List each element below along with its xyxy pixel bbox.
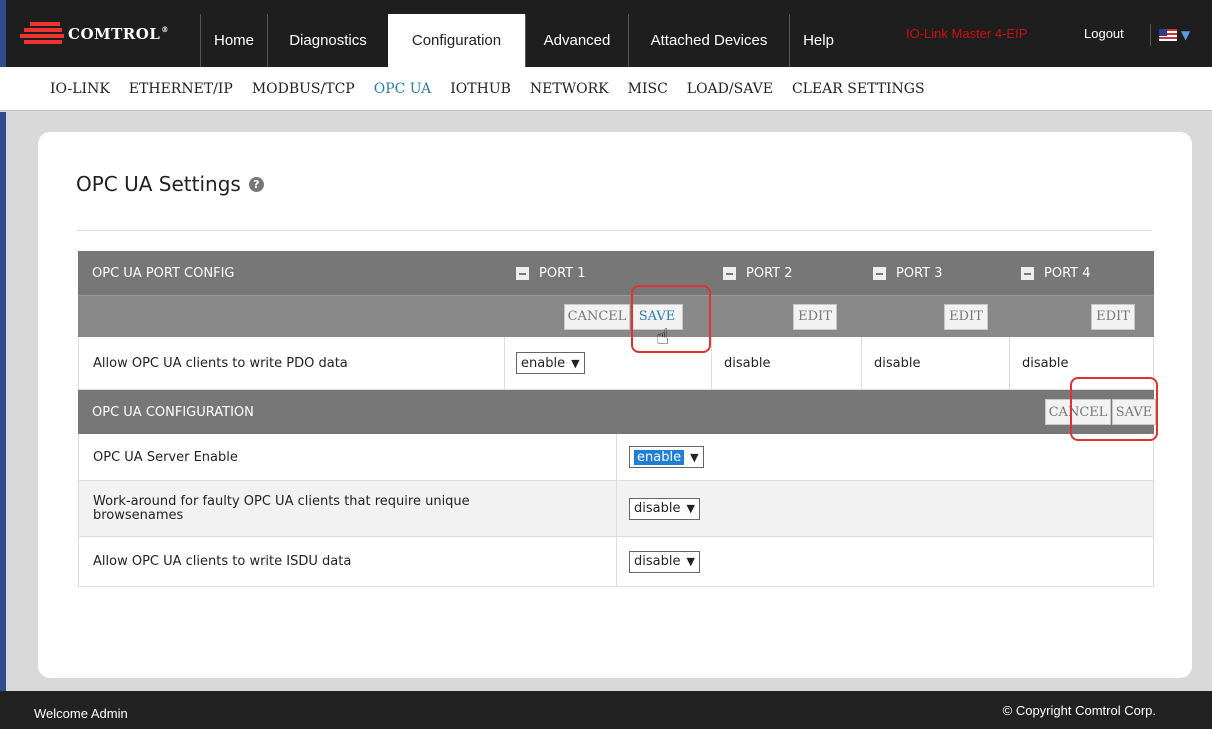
opcua-config-title: OPC UA CONFIGURATION: [92, 404, 254, 420]
opcua-config-header-row: OPC UA CONFIGURATION CANCEL SAVE: [78, 390, 1156, 434]
subnav-network[interactable]: NETWORK: [530, 81, 609, 97]
top-bar: COMTROL® Home Diagnostics Configuration …: [0, 0, 1212, 67]
annotation-highlight: [631, 285, 711, 353]
nav-home[interactable]: Home: [200, 14, 267, 67]
port-2-header[interactable]: PORT 2: [723, 251, 793, 295]
collapse-icon: [1021, 266, 1034, 280]
workaround-value: disable: [634, 501, 681, 516]
help-icon[interactable]: ?: [248, 176, 264, 192]
port-1-pdo-value: enable: [521, 355, 566, 371]
window-edge: [0, 112, 6, 691]
isdu-write-value: disable: [634, 554, 681, 569]
port-4-buttons: EDIT: [1091, 296, 1135, 337]
sub-nav: IO-LINK ETHERNET/IP MODBUS/TCP OPC UA IO…: [0, 67, 1212, 111]
isdu-write-row: Allow OPC UA clients to write ISDU data …: [78, 537, 1154, 587]
port-1-pdo-select[interactable]: enable ▼: [516, 352, 585, 374]
us-flag-icon: [1159, 29, 1177, 41]
settings-table: OPC UA PORT CONFIG PORT 1 PORT 2 PORT 3 …: [78, 251, 1156, 587]
server-enable-row: OPC UA Server Enable enable ▼: [78, 434, 1154, 481]
chevron-down-icon: ▼: [686, 502, 695, 515]
workaround-select[interactable]: disable ▼: [629, 497, 700, 520]
nav-diagnostics[interactable]: Diagnostics: [267, 14, 388, 67]
page-title-text: OPC UA Settings: [76, 172, 241, 196]
device-name: IO-Link Master 4-EIP: [906, 26, 1028, 41]
subnav-io-link[interactable]: IO-LINK: [50, 81, 110, 97]
isdu-write-label: Allow OPC UA clients to write ISDU data: [93, 554, 352, 569]
pdo-write-label: Allow OPC UA clients to write PDO data: [93, 355, 348, 371]
server-enable-value: enable: [634, 449, 685, 465]
subnav-load-save[interactable]: LOAD/SAVE: [687, 81, 773, 97]
nav-attached-devices[interactable]: Attached Devices: [628, 14, 789, 67]
copyright-text: © Copyright Comtrol Corp.: [1002, 703, 1156, 718]
logo-text: COMTROL®: [68, 25, 169, 43]
subnav-opc-ua[interactable]: OPC UA: [374, 81, 432, 97]
chevron-down-icon: ▼: [690, 450, 699, 464]
main-nav: Home Diagnostics Configuration Advanced …: [200, 14, 847, 67]
port-config-title: OPC UA PORT CONFIG: [92, 265, 235, 281]
chevron-down-icon: ▼: [686, 555, 695, 568]
port-3-edit-button[interactable]: EDIT: [944, 303, 988, 330]
subnav-misc[interactable]: MISC: [628, 81, 668, 97]
logout-link[interactable]: Logout: [1084, 26, 1124, 41]
port-3-buttons: EDIT: [944, 296, 988, 337]
server-enable-select[interactable]: enable ▼: [629, 446, 704, 468]
port-1-cancel-button[interactable]: CANCEL: [564, 303, 630, 330]
nav-advanced[interactable]: Advanced: [525, 14, 628, 67]
port-4-pdo-value: disable: [1022, 355, 1069, 371]
nav-help[interactable]: Help: [789, 14, 847, 67]
subnav-ethernet-ip[interactable]: ETHERNET/IP: [129, 81, 233, 97]
workaround-row: Work-around for faulty OPC UA clients th…: [78, 481, 1154, 537]
port-2-buttons: EDIT: [793, 296, 837, 337]
annotation-highlight: [1070, 377, 1158, 441]
collapse-icon: [873, 266, 886, 280]
settings-card: OPC UA Settings ? OPC UA PORT CONFIG POR…: [38, 132, 1192, 678]
caret-down-icon: ▼: [1181, 28, 1191, 42]
collapse-icon: [516, 266, 529, 280]
port-4-header[interactable]: PORT 4: [1021, 251, 1091, 295]
logo-mark-icon: [20, 20, 64, 48]
port-4-edit-button[interactable]: EDIT: [1091, 303, 1135, 330]
nav-configuration[interactable]: Configuration: [388, 14, 525, 67]
language-selector[interactable]: ▼: [1150, 24, 1202, 46]
port-3-header[interactable]: PORT 3: [873, 251, 943, 295]
subnav-modbus-tcp[interactable]: MODBUS/TCP: [252, 81, 355, 97]
page-title: OPC UA Settings ?: [76, 172, 264, 196]
chevron-down-icon: ▼: [571, 356, 580, 370]
hand-pointer-icon: ☝: [656, 325, 670, 350]
welcome-text: Welcome Admin: [34, 706, 128, 721]
pdo-write-row: Allow OPC UA clients to write PDO data e…: [78, 337, 1154, 390]
port-config-header-row: OPC UA PORT CONFIG PORT 1 PORT 2 PORT 3 …: [78, 251, 1154, 295]
isdu-write-select[interactable]: disable ▼: [629, 550, 700, 573]
port-1-header[interactable]: PORT 1: [516, 251, 586, 295]
server-enable-label: OPC UA Server Enable: [93, 449, 238, 465]
divider: [76, 230, 1152, 231]
subnav-clear-settings[interactable]: CLEAR SETTINGS: [792, 81, 925, 97]
subnav-iothub[interactable]: IOTHUB: [450, 81, 511, 97]
port-3-pdo-value: disable: [874, 355, 921, 371]
window-edge: [0, 0, 6, 67]
port-2-edit-button[interactable]: EDIT: [793, 303, 837, 330]
collapse-icon: [723, 266, 736, 280]
port-2-pdo-value: disable: [724, 355, 771, 371]
workaround-label: Work-around for faulty OPC UA clients th…: [93, 493, 470, 523]
port-config-button-row: CANCEL SAVE EDIT EDIT EDIT: [78, 295, 1154, 337]
comtrol-logo[interactable]: COMTROL®: [20, 20, 169, 48]
footer: Welcome Admin © Copyright Comtrol Corp.: [0, 691, 1212, 729]
